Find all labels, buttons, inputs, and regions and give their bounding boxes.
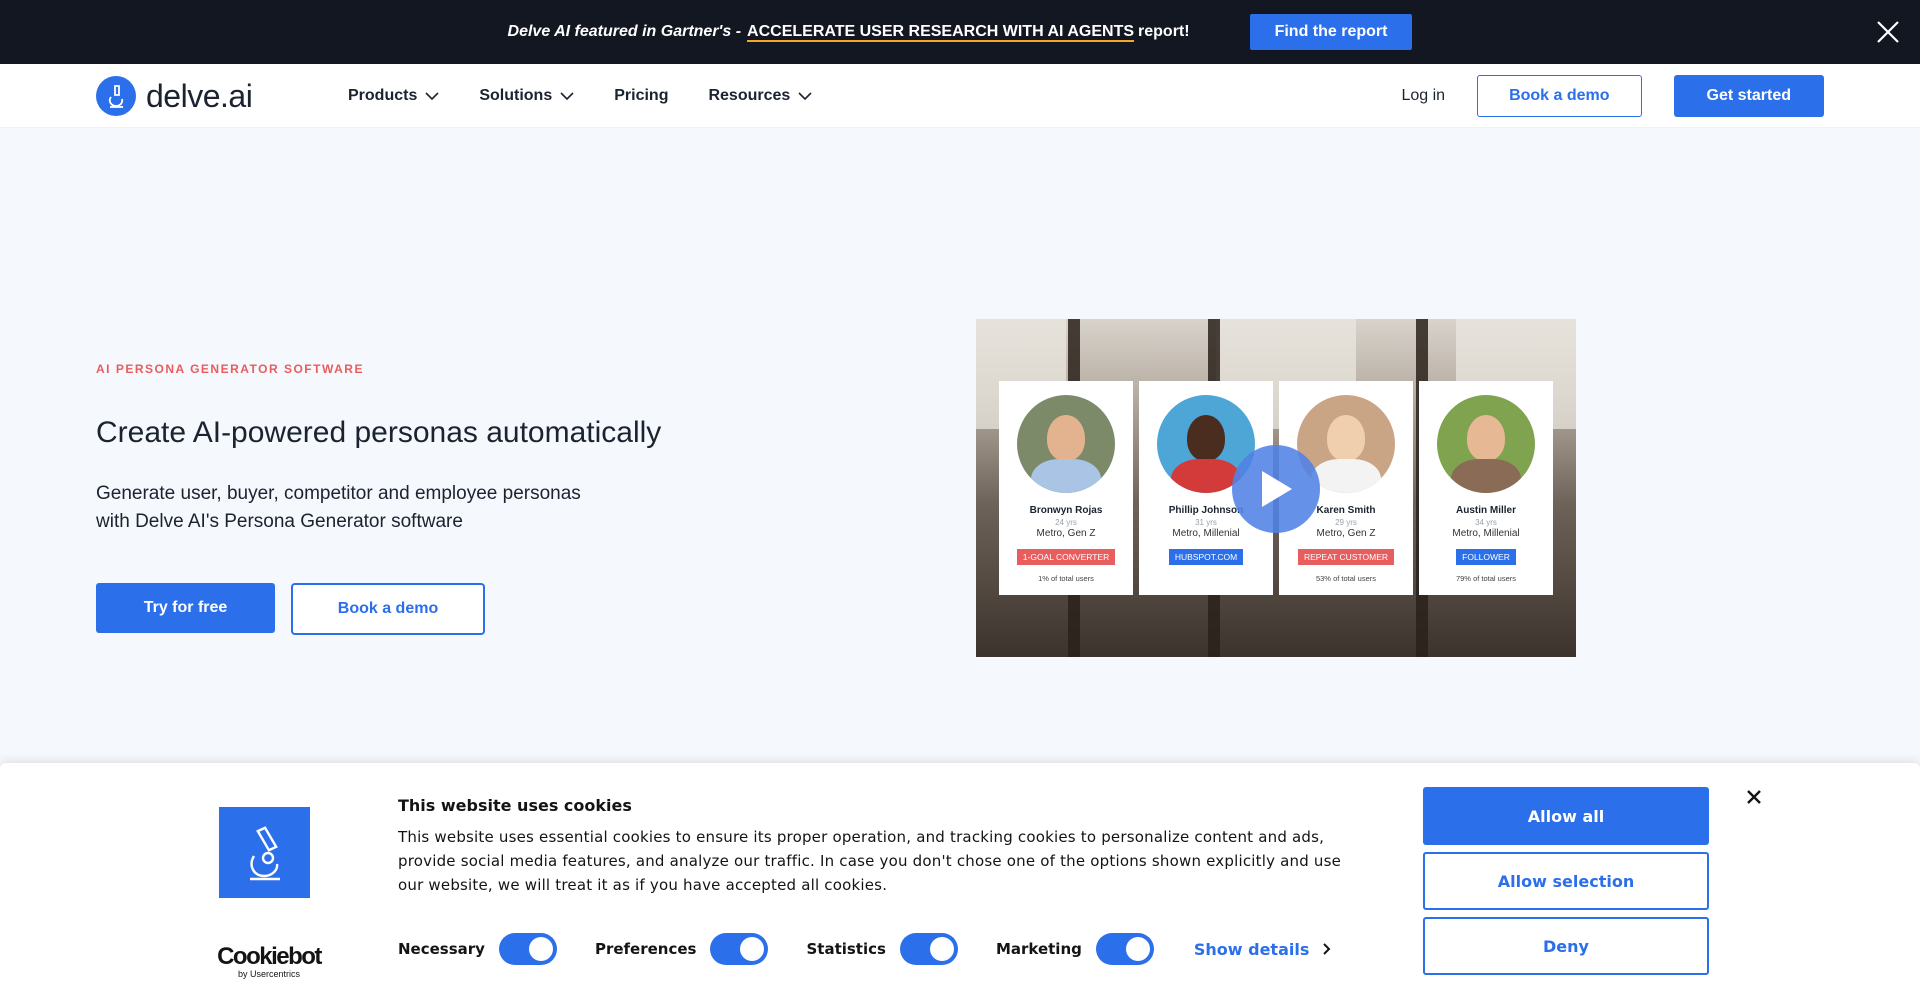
persona-tag: 1-GOAL CONVERTER	[1016, 549, 1116, 565]
nav-products-label: Products	[348, 87, 418, 104]
hero-book-demo-button[interactable]: Book a demo	[291, 583, 485, 635]
persona-share: 79% of total users	[1455, 574, 1517, 583]
cookie-toggles: Necessary Preferences Statistics Marketi…	[398, 933, 1331, 965]
chevron-right-icon	[1323, 943, 1331, 955]
logo[interactable]: delve.ai	[96, 76, 253, 116]
login-link[interactable]: Log in	[1401, 87, 1445, 105]
allow-all-button[interactable]: Allow all	[1423, 787, 1709, 845]
logo-text: delve.ai	[146, 77, 253, 114]
cookie-logo	[219, 807, 310, 898]
play-icon	[1262, 471, 1292, 507]
toggle-label: Preferences	[594, 940, 697, 958]
persona-age: 34 yrs	[1475, 518, 1497, 527]
persona-segment: Metro, Millenial	[1172, 528, 1240, 539]
persona-avatar	[1437, 395, 1535, 493]
cookie-title: This website uses cookies	[398, 796, 632, 815]
toggle-necessary: Necessary	[398, 933, 557, 965]
persona-name: Austin Miller	[1455, 505, 1516, 516]
nav-solutions[interactable]: Solutions	[479, 87, 574, 105]
toggle-label: Marketing	[995, 940, 1082, 958]
main-nav: delve.ai Products Solutions Pricing Reso…	[0, 64, 1920, 128]
marketing-switch[interactable]	[1095, 933, 1154, 965]
necessary-switch[interactable]	[498, 933, 557, 965]
chevron-down-icon	[560, 92, 574, 100]
persona-tag: FOLLOWER	[1456, 549, 1516, 565]
cookie-banner: Cookiebot by Usercentrics This website u…	[0, 763, 1920, 1000]
try-free-button[interactable]: Try for free	[96, 583, 275, 633]
toggle-label: Statistics	[806, 940, 886, 958]
cookie-text: This website uses essential cookies to e…	[398, 828, 1342, 894]
announcement-bar: Delve AI featured in Gartner's - ACCELER…	[0, 0, 1920, 64]
hero-subtitle-line-2: with Delve AI's Persona Generator softwa…	[96, 511, 463, 532]
preferences-switch[interactable]	[710, 933, 769, 965]
persona-name: Bronwyn Rojas	[1029, 505, 1103, 516]
toggle-statistics: Statistics	[806, 933, 958, 965]
chevron-down-icon	[425, 92, 439, 100]
microscope-icon	[96, 76, 136, 116]
persona-segment: Metro, Millenial	[1452, 528, 1520, 539]
toggle-label: Necessary	[398, 940, 485, 958]
hero-title: Create AI-powered personas automatically	[96, 416, 662, 449]
persona-avatar	[1017, 395, 1115, 493]
announcement-tail: report!	[1138, 23, 1190, 40]
announcement-lead: Delve AI featured in Gartner's -	[507, 23, 742, 40]
persona-share: 1% of total users	[1038, 574, 1094, 583]
nav-products[interactable]: Products	[348, 87, 439, 105]
allow-selection-button[interactable]: Allow selection	[1423, 852, 1709, 910]
hero-eyebrow: AI PERSONA GENERATOR SOFTWARE	[96, 362, 364, 376]
persona-tag: HUBSPOT.COM	[1168, 549, 1244, 565]
nav-actions: Log in Book a demo Get started	[1401, 75, 1824, 117]
persona-segment: Metro, Gen Z	[1316, 528, 1376, 539]
persona-age: 24 yrs	[1055, 518, 1077, 527]
announcement-report-link[interactable]: ACCELERATE USER RESEARCH WITH AI AGENTS	[747, 23, 1134, 41]
cookiebot-brand-name: Cookiebot	[217, 943, 322, 970]
hero-buttons: Try for free Book a demo	[96, 583, 485, 635]
get-started-button[interactable]: Get started	[1673, 75, 1824, 117]
persona-card: Austin Miller 34 yrs Metro, Millenial FO…	[1419, 381, 1553, 595]
nav-resources[interactable]: Resources	[708, 87, 812, 105]
toggle-preferences: Preferences	[595, 933, 769, 965]
nav-book-demo-button[interactable]: Book a demo	[1477, 75, 1642, 117]
nav-links: Products Solutions Pricing Resources	[348, 64, 812, 128]
persona-card: Bronwyn Rojas 24 yrs Metro, Gen Z 1-GOAL…	[999, 381, 1133, 595]
announcement-message: Delve AI featured in Gartner's - ACCELER…	[508, 23, 1190, 41]
nav-resources-label: Resources	[708, 87, 791, 104]
find-report-button[interactable]: Find the report	[1249, 14, 1413, 50]
persona-share: 53% of total users	[1315, 574, 1377, 583]
toggle-marketing: Marketing	[996, 933, 1154, 965]
persona-segment: Metro, Gen Z	[1036, 528, 1096, 539]
close-icon[interactable]	[1744, 787, 1764, 807]
hero-subtitle: Generate user, buyer, competitor and emp…	[96, 480, 656, 536]
persona-video-thumbnail[interactable]: Bronwyn Rojas 24 yrs Metro, Gen Z 1-GOAL…	[976, 319, 1576, 657]
play-button[interactable]	[1232, 445, 1320, 533]
show-details-link[interactable]: Show details	[1194, 940, 1332, 959]
nav-pricing[interactable]: Pricing	[614, 87, 668, 105]
statistics-switch[interactable]	[899, 933, 958, 965]
chevron-down-icon	[798, 92, 812, 100]
cookie-actions: Allow all Allow selection Deny	[1423, 787, 1709, 982]
hero-subtitle-line-1: Generate user, buyer, competitor and emp…	[96, 483, 581, 504]
cookiebot-brand: Cookiebot by Usercentrics	[214, 943, 324, 979]
deny-button[interactable]: Deny	[1423, 917, 1709, 975]
close-icon[interactable]	[1876, 20, 1900, 44]
nav-solutions-label: Solutions	[479, 87, 553, 104]
show-details-label: Show details	[1193, 939, 1310, 959]
nav-pricing-label: Pricing	[614, 87, 669, 104]
microscope-icon	[249, 825, 280, 880]
persona-tag: REPEAT CUSTOMER	[1297, 549, 1395, 565]
